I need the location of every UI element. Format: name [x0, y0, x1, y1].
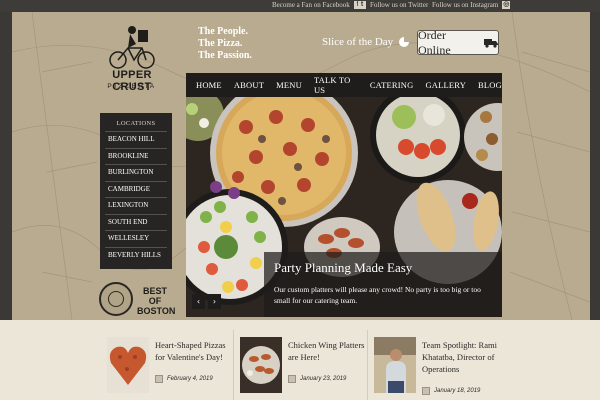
- news-card[interactable]: Heart-Shaped Pizzas for Valentine's Day!…: [107, 337, 233, 400]
- hero-description: Our custom platters will please any crow…: [274, 285, 481, 305]
- nav-gallery[interactable]: GALLERY: [425, 80, 466, 90]
- calendar-icon: [288, 375, 296, 383]
- logo[interactable]: UPPER CRUST PIZZERIA: [92, 22, 172, 102]
- facebook-label[interactable]: Become a Fan on Facebook: [272, 1, 350, 9]
- hero-title[interactable]: Party Planning Made Easy: [274, 260, 412, 276]
- seal-badge: [99, 282, 133, 316]
- heart-pizza-thumbnail[interactable]: [107, 337, 149, 393]
- slider-next-button[interactable]: ›: [208, 294, 221, 309]
- locations-heading: LOCATIONS: [116, 120, 156, 127]
- location-wellesley[interactable]: WELLESLEY: [105, 230, 167, 247]
- boston-line: BOSTON: [137, 306, 176, 316]
- location-burlington[interactable]: BURLINGTON: [105, 164, 167, 181]
- instagram-label[interactable]: Follow us on Instagram: [432, 1, 498, 9]
- location-beverly-hills[interactable]: BEVERLY HILLS: [105, 246, 167, 264]
- pizza-slice-icon[interactable]: [399, 37, 410, 47]
- news-date: January 23, 2019: [288, 375, 346, 383]
- news-date-text: January 18, 2019: [434, 388, 481, 394]
- news-date: February 4, 2019: [155, 375, 213, 383]
- news-title[interactable]: Heart-Shaped Pizzas for Valentine's Day!: [155, 339, 235, 363]
- nav-catering[interactable]: CATERING: [370, 80, 414, 90]
- nav-talk-to-us[interactable]: TALK TO US: [314, 75, 358, 95]
- news-date-text: January 23, 2019: [300, 376, 347, 382]
- slice-of-day-link[interactable]: Slice of the Day: [322, 36, 410, 48]
- slider-prev-button[interactable]: ‹: [192, 294, 205, 309]
- twitter-link[interactable]: t Follow us on Twitter: [358, 1, 428, 9]
- main-nav: HOME ABOUT MENU TALK TO US CATERING GALL…: [186, 73, 502, 97]
- location-beacon-hill[interactable]: BEACON HILL: [105, 131, 167, 148]
- order-online-label[interactable]: Order Online: [418, 28, 480, 58]
- tagline: The People. The Pizza. The Passion.: [198, 26, 252, 62]
- nav-blog[interactable]: BLOG: [478, 80, 502, 90]
- social-bar: Become a Fan on Facebook f t Follow us o…: [0, 0, 600, 12]
- news-card[interactable]: Team Spotlight: Rami Khatatba, Director …: [374, 337, 500, 400]
- instagram-link[interactable]: Follow us on Instagram ◎: [432, 1, 511, 9]
- instagram-icon[interactable]: ◎: [502, 1, 511, 9]
- news-date-text: February 4, 2019: [167, 376, 213, 382]
- tagline-line: The People.: [198, 26, 248, 37]
- facebook-link[interactable]: Become a Fan on Facebook f: [272, 1, 362, 9]
- tagline-line: The Passion.: [198, 50, 252, 61]
- nav-about[interactable]: ABOUT: [234, 80, 264, 90]
- tagline-line: The Pizza.: [198, 38, 243, 49]
- delivery-truck-icon: [484, 38, 498, 48]
- bicycle-icon: [109, 26, 155, 69]
- award-badges: BEST OF BOSTON: [97, 282, 177, 318]
- slice-of-day-label[interactable]: Slice of the Day: [322, 36, 393, 48]
- location-lexington[interactable]: LEXINGTON: [105, 197, 167, 214]
- news-title[interactable]: Chicken Wing Platters are Here!: [288, 339, 368, 363]
- locations-panel: LOCATIONS BEACON HILL BROOKLINE BURLINGT…: [100, 113, 172, 269]
- twitter-icon[interactable]: t: [358, 1, 366, 9]
- nav-home[interactable]: HOME: [196, 80, 222, 90]
- calendar-icon: [422, 387, 430, 395]
- news-card[interactable]: Chicken Wing Platters are Here! January …: [240, 337, 366, 400]
- hero-caption: Party Planning Made Easy Our custom plat…: [264, 252, 502, 317]
- best-of-boston-badge: BEST OF BOSTON: [137, 286, 176, 316]
- location-cambridge[interactable]: CAMBRIDGE: [105, 180, 167, 198]
- chicken-wings-thumbnail[interactable]: [240, 337, 282, 393]
- location-south-end[interactable]: SOUTH END: [105, 213, 167, 231]
- team-member-thumbnail[interactable]: [374, 337, 416, 393]
- calendar-icon: [155, 375, 163, 383]
- location-brookline[interactable]: BROOKLINE: [105, 147, 167, 165]
- best-of-line: BEST OF: [142, 286, 167, 306]
- logo-subtitle: PIZZERIA: [107, 83, 157, 90]
- news-date: January 18, 2019: [422, 387, 480, 395]
- twitter-label[interactable]: Follow us on Twitter: [370, 1, 428, 9]
- order-online-button[interactable]: Order Online: [417, 28, 499, 58]
- news-title[interactable]: Team Spotlight: Rami Khatatba, Director …: [422, 339, 502, 375]
- nav-menu[interactable]: MENU: [276, 80, 302, 90]
